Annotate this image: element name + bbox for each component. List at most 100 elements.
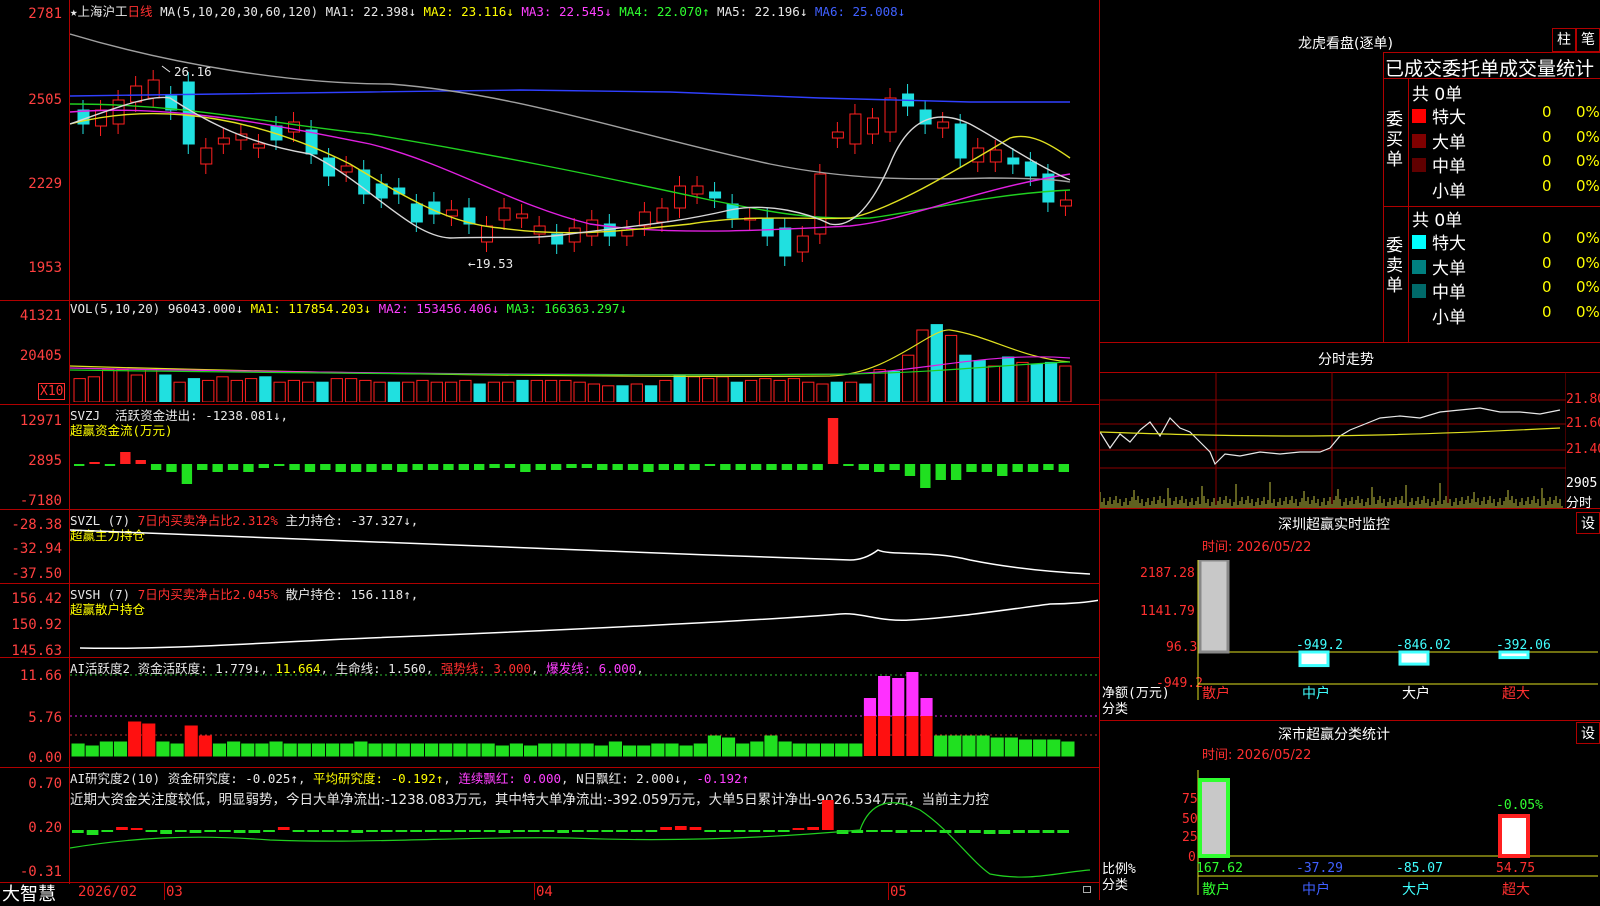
- monitor-bar: [1198, 560, 1230, 654]
- svzj-y-label: -7180: [19, 493, 62, 509]
- order-pct: 0%: [1576, 152, 1600, 170]
- monitor-settings-button[interactable]: 设: [1576, 512, 1600, 534]
- classify-time: 时间: 2026/05/22: [1202, 748, 1312, 763]
- ai-active-y-label: 5.76: [28, 710, 62, 726]
- candle: [1059, 199, 1072, 207]
- svzl-y-label: -37.50: [11, 566, 62, 582]
- candle: [445, 209, 458, 217]
- svsh-y-label: 156.42: [11, 591, 62, 607]
- order-count: 0: [1542, 176, 1552, 195]
- tick-view-button[interactable]: 笔: [1576, 28, 1600, 52]
- brand-logo: 大智慧: [2, 884, 56, 905]
- svsh-chart: [79, 599, 1098, 650]
- svsh-y-label: 145.63: [11, 643, 62, 659]
- candle: [779, 227, 792, 257]
- candle: [937, 121, 950, 129]
- candle: [410, 203, 423, 223]
- legend-swatch: [1412, 109, 1426, 123]
- order-pct: 0%: [1576, 278, 1600, 296]
- vol-y-label: 41321: [19, 308, 62, 324]
- ai-research-v4: N日飘红: 2.000↓: [576, 771, 682, 786]
- vol-ma3: MA3: 166363.297↓: [506, 301, 627, 316]
- classify-category-label: 大户: [1402, 881, 1430, 898]
- buy-orders-label: 委买单: [1386, 110, 1403, 170]
- svzj-chart: [74, 418, 1069, 488]
- classify-bar-label: -85.07: [1396, 861, 1443, 876]
- order-type-label: 小单: [1432, 181, 1466, 202]
- order-pct: 0%: [1576, 253, 1600, 272]
- candle: [656, 207, 669, 223]
- order-type-label: 中单: [1432, 157, 1466, 177]
- candle: [691, 185, 704, 195]
- ai-active-y-label: 0.00: [28, 750, 62, 766]
- monitor-bar-label: 2187.28: [1196, 560, 1251, 562]
- candle: [989, 149, 1002, 163]
- legend-swatch: [1412, 259, 1426, 274]
- candle: [709, 191, 722, 199]
- monitor-bar-label: -392.06: [1496, 638, 1551, 653]
- ai-research-v3: 连续飘红: 0.000: [458, 771, 561, 786]
- buy-total: 共 0单: [1412, 85, 1463, 105]
- ai-active-chart: [70, 672, 1098, 757]
- monitor-bar: [1298, 650, 1330, 668]
- ai-research-title: AI研究度2(10): [70, 771, 161, 786]
- legend-swatch: [1412, 308, 1426, 323]
- monitor-time: 时间: 2026/05/22: [1202, 540, 1312, 555]
- candlestick-chart[interactable]: 26.16 ←19.53: [70, 14, 1098, 298]
- fenshi-y-label: 21.60: [1566, 416, 1600, 431]
- order-count: 0: [1542, 253, 1552, 272]
- monitor-bar: [1398, 650, 1430, 666]
- vol-value: 96043.000↓: [167, 301, 244, 316]
- candle: [831, 131, 844, 139]
- ai-research-y-label: 0.70: [28, 776, 62, 792]
- vol-ma2: MA2: 153456.406↓: [378, 301, 500, 316]
- monitor-title: 深圳超赢实时监控: [1278, 517, 1390, 533]
- x-axis-label: 04: [536, 884, 553, 900]
- candle: [481, 225, 494, 243]
- fenshi-vol-label: 2905: [1566, 476, 1598, 491]
- candle: [954, 123, 967, 159]
- fenshi-y-label: 21.40: [1566, 442, 1600, 457]
- main-y-label: 2229: [28, 176, 62, 192]
- column-view-button[interactable]: 柱: [1552, 28, 1576, 52]
- lock-icon[interactable]: [1083, 886, 1091, 893]
- x-axis-label: 03: [166, 884, 183, 900]
- svzl-y-label: -32.94: [11, 541, 62, 557]
- ai-research-v2: 平均研究度: -0.192↑: [313, 771, 444, 786]
- candle: [217, 137, 230, 145]
- legend-swatch: [1412, 284, 1426, 298]
- intraday-chart[interactable]: [1100, 372, 1566, 508]
- candle: [375, 183, 388, 199]
- candle: [516, 213, 529, 219]
- order-type-label: 小单: [1432, 307, 1466, 328]
- candle: [340, 165, 353, 173]
- order-pct: 0%: [1576, 176, 1600, 195]
- order-count: 0: [1542, 278, 1552, 296]
- legend-swatch: [1412, 182, 1426, 197]
- lhb-tabs[interactable]: 已成交委托单成交量统计: [1385, 54, 1594, 81]
- main-chart-area[interactable]: ★上海沪工日线 MA(5,10,20,30,60,120) MA1: 22.39…: [0, 0, 1100, 905]
- candle: [866, 117, 879, 135]
- monitor-bar-label: -949.2: [1296, 638, 1343, 653]
- candle: [568, 227, 581, 243]
- classify-bar-label: 167.62: [1196, 861, 1243, 876]
- candle: [761, 217, 774, 237]
- candle: [884, 97, 897, 133]
- classify-bar: [1498, 814, 1530, 858]
- order-type-label: 特大: [1432, 108, 1466, 128]
- candle: [358, 169, 371, 195]
- sell-orders-label: 委卖单: [1386, 236, 1403, 296]
- vol-header: VOL(5,10,20) 96043.000↓ MA1: 117854.203↓…: [70, 301, 627, 316]
- main-y-label: 1953: [28, 260, 62, 276]
- monitor-bar-label: -846.02: [1396, 638, 1451, 653]
- legend-swatch: [1412, 133, 1426, 148]
- candle: [586, 219, 599, 237]
- vol-title: VOL(5,10,20): [70, 301, 161, 316]
- ma5-line: [70, 33, 1071, 183]
- candle: [849, 113, 862, 145]
- candle: [130, 85, 143, 103]
- classify-category-label: 散户: [1202, 881, 1230, 898]
- classify-chart: 167.62 散户 -37.29 中户 -85.07 大户 54.75 超大: [1196, 770, 1598, 898]
- ai-research-v1: 资金研究度: -0.025↑: [167, 771, 298, 786]
- classify-settings-button[interactable]: 设: [1576, 722, 1600, 744]
